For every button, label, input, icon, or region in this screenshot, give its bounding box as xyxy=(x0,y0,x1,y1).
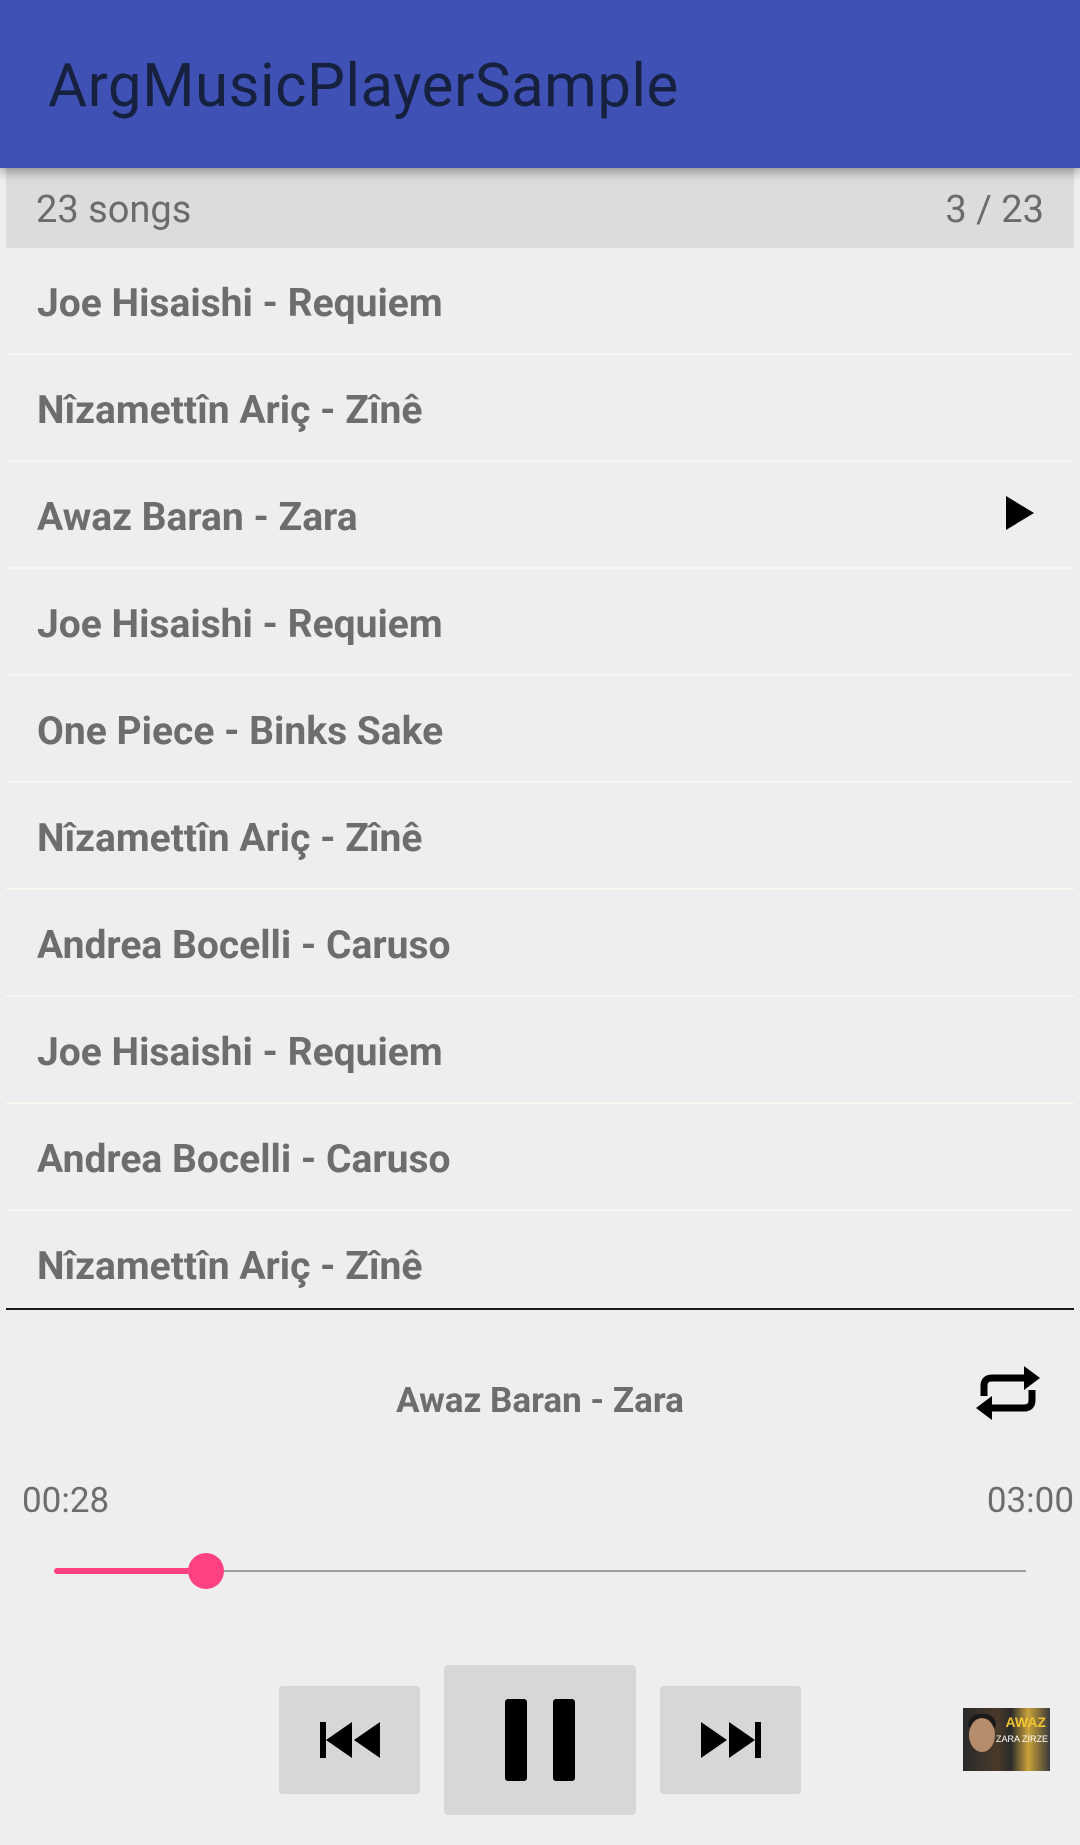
current-time: 00:28 xyxy=(22,1480,110,1521)
song-title: Nîzamettîn Ariç - Zînê xyxy=(37,815,423,861)
song-list-item[interactable]: Awaz Baran - Zara xyxy=(6,462,1074,569)
app-bar: ArgMusicPlayerSample xyxy=(0,0,1080,168)
total-time: 03:00 xyxy=(986,1480,1074,1521)
app-title: ArgMusicPlayerSample xyxy=(48,50,679,121)
song-title: One Piece - Binks Sake xyxy=(37,708,444,754)
list-divider xyxy=(6,1308,1074,1310)
song-list-item[interactable]: Nîzamettîn Ariç - Zînê xyxy=(6,783,1074,890)
song-list: Joe Hisaishi - Requiem Nîzamettîn Ariç - … xyxy=(6,248,1074,1310)
song-title: Andrea Bocelli - Caruso xyxy=(37,1136,451,1182)
song-title: Joe Hisaishi - Requiem xyxy=(37,280,443,326)
previous-button[interactable] xyxy=(279,1686,420,1794)
repeat-icon xyxy=(976,1366,1040,1420)
song-title: Nîzamettîn Ariç - Zînê xyxy=(37,1243,423,1289)
song-list-item[interactable]: One Piece - Binks Sake xyxy=(6,676,1074,783)
seek-thumb[interactable] xyxy=(187,1553,224,1589)
song-list-item[interactable]: Joe Hisaishi - Requiem xyxy=(6,569,1074,676)
skip-next-icon xyxy=(700,1722,761,1758)
song-title: Awaz Baran - Zara xyxy=(37,494,358,540)
play-icon xyxy=(1006,496,1034,530)
album-thumbnail[interactable]: AWAZ ZARA ZİRZE xyxy=(963,1708,1050,1771)
seek-progress xyxy=(54,1568,206,1574)
song-title: Nîzamettîn Ariç - Zînê xyxy=(37,387,423,433)
next-button[interactable] xyxy=(660,1686,801,1794)
pause-button[interactable] xyxy=(444,1665,636,1815)
playlist-header: 23 songs 3 / 23 xyxy=(6,168,1074,248)
song-title: Joe Hisaishi - Requiem xyxy=(37,1029,443,1075)
now-playing-title: Awaz Baran - Zara xyxy=(396,1380,684,1421)
song-list-item[interactable]: Nîzamettîn Ariç - Zînê xyxy=(6,1211,1074,1310)
pause-icon xyxy=(505,1699,575,1781)
playlist-position: 3 / 23 xyxy=(945,188,1044,232)
song-list-item[interactable]: Joe Hisaishi - Requiem xyxy=(6,248,1074,355)
song-list-item[interactable]: Nîzamettîn Ariç - Zînê xyxy=(6,355,1074,462)
repeat-button[interactable] xyxy=(970,1362,1046,1424)
seek-bar[interactable] xyxy=(54,1553,1026,1589)
song-list-item[interactable]: Andrea Bocelli - Caruso xyxy=(6,1104,1074,1211)
song-list-item[interactable]: Andrea Bocelli - Caruso xyxy=(6,890,1074,997)
skip-previous-icon xyxy=(319,1722,380,1758)
song-list-item[interactable]: Joe Hisaishi - Requiem xyxy=(6,997,1074,1104)
song-title: Andrea Bocelli - Caruso xyxy=(37,922,451,968)
song-title: Joe Hisaishi - Requiem xyxy=(37,601,443,647)
song-count: 23 songs xyxy=(36,188,192,232)
